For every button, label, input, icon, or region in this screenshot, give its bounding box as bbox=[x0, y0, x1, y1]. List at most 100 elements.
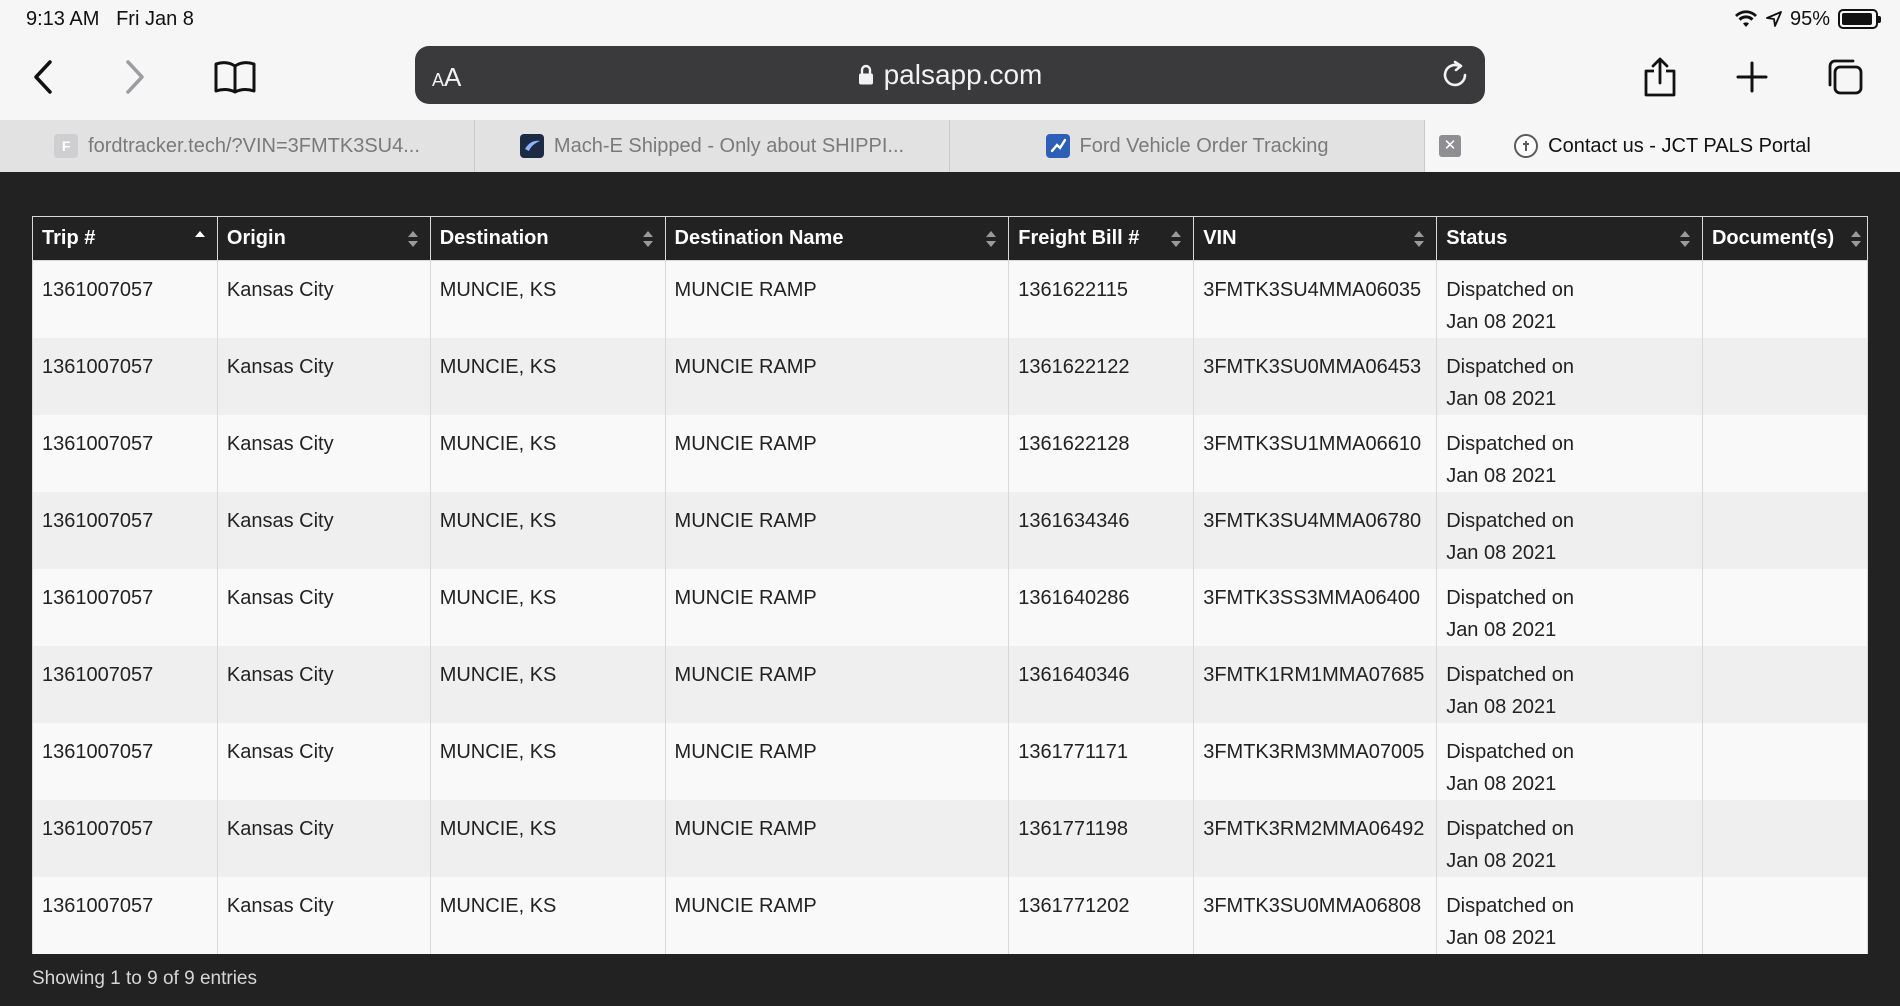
cell-origin: Kansas City bbox=[216, 800, 431, 877]
cell-freight-bill: 1361640346 bbox=[1008, 646, 1195, 723]
cell-trip: 1361007057 bbox=[32, 260, 218, 338]
wifi-icon bbox=[1734, 10, 1757, 27]
column-header-status[interactable]: Status bbox=[1436, 216, 1703, 261]
table-row: 1361007057 Kansas City MUNCIE, KS MUNCIE RA… bbox=[32, 260, 1869, 338]
table-row: 1361007057 Kansas City MUNCIE, KS MUNCIE RA… bbox=[32, 415, 1869, 492]
status-date: Jan 08 2021 bbox=[1446, 696, 1557, 718]
forward-button[interactable] bbox=[110, 52, 160, 102]
cell-status: Dispatched on Jan 08 2021 bbox=[1436, 260, 1703, 338]
page-content: Trip # Origin Destination Destination Na… bbox=[0, 172, 1900, 1006]
shipments-table: Trip # Origin Destination Destination Na… bbox=[32, 216, 1869, 954]
cell-trip: 1361007057 bbox=[32, 877, 218, 954]
cell-freight-bill: 1361771202 bbox=[1008, 877, 1195, 954]
status-line: Dispatched on bbox=[1446, 510, 1575, 532]
cell-destination: MUNCIE, KS bbox=[429, 415, 666, 492]
cell-status: Dispatched on Jan 08 2021 bbox=[1436, 646, 1703, 723]
status-date: Jan 08 2021 bbox=[1446, 542, 1557, 564]
cell-destination: MUNCIE, KS bbox=[429, 646, 666, 723]
back-icon bbox=[34, 60, 52, 94]
jct-pals-favicon-icon bbox=[1514, 134, 1539, 158]
cell-trip: 1361007057 bbox=[32, 646, 218, 723]
cell-status: Dispatched on Jan 08 2021 bbox=[1436, 415, 1703, 492]
tab-contact-jct-pals[interactable]: ✕ Contact us - JCT PALS Portal bbox=[1425, 120, 1900, 172]
cell-destination: MUNCIE, KS bbox=[429, 569, 666, 646]
cell-destination-name: MUNCIE RAMP bbox=[664, 646, 1010, 723]
cell-destination: MUNCIE, KS bbox=[429, 338, 666, 415]
bookmarks-button[interactable] bbox=[210, 52, 260, 102]
status-bar: 9:13 AM Fri Jan 8 95% bbox=[0, 0, 1900, 38]
status-date: Jan 08 2021 bbox=[1446, 619, 1557, 641]
cell-destination-name: MUNCIE RAMP bbox=[664, 723, 1010, 800]
reload-icon[interactable] bbox=[1439, 59, 1471, 91]
tab-fordtracker[interactable]: F fordtracker.tech/?VIN=3FMTK3SU4... bbox=[0, 120, 475, 172]
cell-freight-bill: 1361622128 bbox=[1008, 415, 1195, 492]
column-header-vin[interactable]: VIN bbox=[1193, 216, 1438, 261]
table-row: 1361007057 Kansas City MUNCIE, KS MUNCIE RA… bbox=[32, 877, 1869, 954]
cell-vin: 3FMTK3SS3MMA06400 bbox=[1193, 569, 1438, 646]
column-header-documents[interactable]: Document(s) bbox=[1701, 216, 1869, 261]
cell-origin: Kansas City bbox=[216, 338, 431, 415]
cell-destination-name: MUNCIE RAMP bbox=[664, 492, 1010, 569]
table-header-row: Trip # Origin Destination Destination Na… bbox=[32, 216, 1869, 261]
cell-destination: MUNCIE, KS bbox=[429, 877, 666, 954]
back-button[interactable] bbox=[18, 52, 68, 102]
cell-destination-name: MUNCIE RAMP bbox=[664, 800, 1010, 877]
column-header-origin[interactable]: Origin bbox=[216, 216, 431, 261]
table-row: 1361007057 Kansas City MUNCIE, KS MUNCIE RA… bbox=[32, 723, 1869, 800]
cell-vin: 3FMTK3SU0MMA06808 bbox=[1193, 877, 1438, 954]
new-tab-button[interactable] bbox=[1727, 52, 1777, 102]
battery-icon bbox=[1838, 9, 1881, 29]
cell-destination: MUNCIE, KS bbox=[429, 492, 666, 569]
tab-overview-button[interactable] bbox=[1820, 52, 1870, 102]
column-header-trip[interactable]: Trip # bbox=[32, 216, 218, 261]
cell-vin: 3FMTK3SU1MMA06610 bbox=[1193, 415, 1438, 492]
address-bar[interactable]: AA palsapp.com bbox=[415, 46, 1485, 104]
sort-icon bbox=[1414, 231, 1425, 247]
cell-trip: 1361007057 bbox=[32, 800, 218, 877]
cell-destination-name: MUNCIE RAMP bbox=[664, 569, 1010, 646]
status-line: Dispatched on bbox=[1446, 895, 1575, 917]
status-line: Dispatched on bbox=[1446, 818, 1575, 840]
cell-destination-name: MUNCIE RAMP bbox=[664, 415, 1010, 492]
forward-icon bbox=[126, 60, 144, 94]
tab-title: Ford Vehicle Order Tracking bbox=[1079, 134, 1329, 157]
cell-status: Dispatched on Jan 08 2021 bbox=[1436, 492, 1703, 569]
cell-status: Dispatched on Jan 08 2021 bbox=[1436, 569, 1703, 646]
close-tab-icon[interactable]: ✕ bbox=[1439, 135, 1461, 157]
cell-destination-name: MUNCIE RAMP bbox=[664, 260, 1010, 338]
sort-ascending-icon bbox=[194, 231, 205, 247]
tab-ford-order-tracking[interactable]: Ford Vehicle Order Tracking bbox=[950, 120, 1425, 172]
cell-destination: MUNCIE, KS bbox=[429, 260, 666, 338]
share-button[interactable] bbox=[1635, 52, 1685, 102]
cell-origin: Kansas City bbox=[216, 492, 431, 569]
cell-trip: 1361007057 bbox=[32, 569, 218, 646]
cell-documents bbox=[1701, 260, 1869, 338]
sort-icon bbox=[407, 231, 418, 247]
bookmarks-icon bbox=[214, 61, 256, 94]
cell-status: Dispatched on Jan 08 2021 bbox=[1436, 800, 1703, 877]
cell-freight-bill: 1361640286 bbox=[1008, 569, 1195, 646]
status-line: Dispatched on bbox=[1446, 279, 1575, 301]
column-header-destination[interactable]: Destination bbox=[429, 216, 666, 261]
cell-vin: 3FMTK3RM3MMA07005 bbox=[1193, 723, 1438, 800]
table-row: 1361007057 Kansas City MUNCIE, KS MUNCIE RA… bbox=[32, 800, 1869, 877]
status-date: Jan 08 2021 bbox=[1446, 388, 1557, 410]
new-tab-icon bbox=[1736, 61, 1768, 93]
tab-title: Mach-E Shipped - Only about SHIPPI... bbox=[553, 134, 905, 157]
cell-status: Dispatched on Jan 08 2021 bbox=[1436, 877, 1703, 954]
table-info: Showing 1 to 9 of 9 entries bbox=[32, 968, 257, 989]
tab-mach-e-shipped[interactable]: Mach-E Shipped - Only about SHIPPI... bbox=[475, 120, 950, 172]
battery-percent: 95% bbox=[1789, 7, 1830, 30]
column-header-destination-name[interactable]: Destination Name bbox=[664, 216, 1010, 261]
cell-destination-name: MUNCIE RAMP bbox=[664, 338, 1010, 415]
cell-documents bbox=[1701, 646, 1869, 723]
column-header-freight-bill[interactable]: Freight Bill # bbox=[1008, 216, 1195, 261]
browser-toolbar: AA palsapp.com bbox=[0, 38, 1900, 120]
table-row: 1361007057 Kansas City MUNCIE, KS MUNCIE RA… bbox=[32, 492, 1869, 569]
status-line: Dispatched on bbox=[1446, 433, 1575, 455]
url-display[interactable]: palsapp.com bbox=[415, 59, 1485, 91]
status-line: Dispatched on bbox=[1446, 741, 1575, 763]
cell-freight-bill: 1361622122 bbox=[1008, 338, 1195, 415]
tabs-icon bbox=[1828, 59, 1863, 95]
cell-origin: Kansas City bbox=[216, 646, 431, 723]
